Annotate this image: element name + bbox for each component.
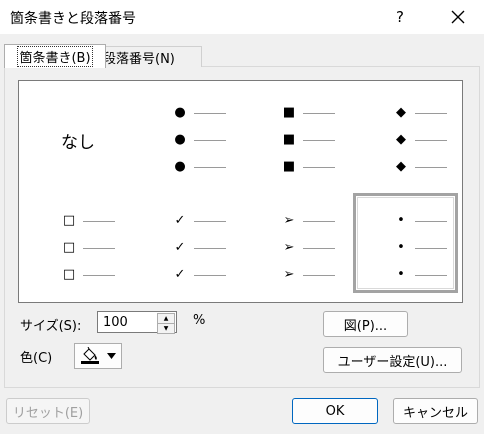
- filled-square-icon: ■: [282, 159, 296, 174]
- check-icon: ✓: [174, 267, 186, 282]
- bullet-option-small-dot[interactable]: • • •: [353, 193, 458, 293]
- arrow-icon: ➢: [283, 267, 295, 282]
- dialog-title: 箇条書きと段落番号: [10, 11, 136, 27]
- title-bar: 箇条書きと段落番号 ?: [0, 0, 484, 34]
- bullet-option-check[interactable]: ✓ ✓ ✓: [134, 193, 239, 293]
- reset-button-label: リセット(E): [12, 405, 84, 421]
- ok-button[interactable]: OK: [292, 398, 378, 424]
- none-label: なし: [61, 133, 95, 153]
- bullet-option-arrow[interactable]: ➢ ➢ ➢: [245, 193, 350, 293]
- paint-bucket-icon: [81, 347, 99, 364]
- filled-diamond-icon: ◆: [396, 132, 406, 147]
- customize-button[interactable]: ユーザー設定(U)...: [323, 347, 462, 373]
- color-picker-button[interactable]: [74, 343, 122, 369]
- picture-button-label: 図(P)...: [343, 318, 388, 334]
- filled-circle-icon: ●: [174, 132, 186, 147]
- help-button[interactable]: ?: [384, 4, 416, 30]
- chevron-down-icon: [107, 353, 116, 359]
- filled-square-icon: ■: [282, 132, 296, 147]
- divider: [0, 390, 484, 391]
- cancel-button-label: キャンセル: [402, 405, 468, 421]
- bullet-option-none[interactable]: なし: [23, 85, 128, 185]
- size-spinbox[interactable]: 100 ▲ ▼: [97, 311, 177, 334]
- close-icon: [451, 10, 465, 24]
- size-value: 100: [103, 315, 128, 330]
- chevron-up-icon: ▲: [163, 315, 169, 322]
- filled-diamond-icon: ◆: [396, 159, 406, 174]
- bullet-gallery: なし ● ● ● ■ ■ ■ ◆ ◆ ◆ □ □ □ ✓ ✓ ✓ ➢ ➢ ➢ •…: [18, 80, 463, 303]
- filled-circle-icon: ●: [174, 159, 186, 174]
- chevron-down-icon: ▼: [163, 325, 169, 332]
- arrow-icon: ➢: [283, 240, 295, 255]
- tab-bullets-label: 箇条書き(B): [17, 46, 93, 67]
- tab-bullets[interactable]: 箇条書き(B): [4, 44, 106, 68]
- bullet-option-filled-circle[interactable]: ● ● ●: [134, 85, 239, 185]
- hollow-square-icon: □: [62, 213, 76, 228]
- check-icon: ✓: [174, 240, 186, 255]
- arrow-icon: ➢: [283, 213, 295, 228]
- bullet-option-hollow-square[interactable]: □ □ □: [23, 193, 128, 293]
- customize-button-label: ユーザー設定(U)...: [337, 354, 448, 370]
- help-icon: ?: [396, 8, 404, 26]
- cancel-button[interactable]: キャンセル: [393, 398, 478, 424]
- picture-button[interactable]: 図(P)...: [323, 311, 408, 337]
- spin-down-button[interactable]: ▼: [157, 323, 175, 334]
- reset-button[interactable]: リセット(E): [6, 398, 90, 424]
- filled-square-icon: ■: [282, 105, 296, 120]
- small-dot-icon: •: [397, 267, 405, 282]
- hollow-square-icon: □: [62, 240, 76, 255]
- size-label: サイズ(S):: [20, 319, 82, 334]
- hollow-square-icon: □: [62, 267, 76, 282]
- ok-button-label: OK: [325, 403, 345, 419]
- small-dot-icon: •: [397, 213, 405, 228]
- filled-circle-icon: ●: [174, 105, 186, 120]
- filled-diamond-icon: ◆: [396, 105, 406, 120]
- close-button[interactable]: [440, 4, 476, 30]
- check-icon: ✓: [174, 213, 186, 228]
- percent-label: %: [193, 313, 206, 328]
- tab-numbering[interactable]: 段落番号(N): [98, 46, 202, 67]
- tab-numbering-label: 段落番号(N): [103, 51, 175, 67]
- bullet-option-filled-diamond[interactable]: ◆ ◆ ◆: [353, 85, 458, 185]
- color-label: 色(C): [20, 351, 53, 366]
- bullet-option-filled-square[interactable]: ■ ■ ■: [245, 85, 350, 185]
- small-dot-icon: •: [397, 240, 405, 255]
